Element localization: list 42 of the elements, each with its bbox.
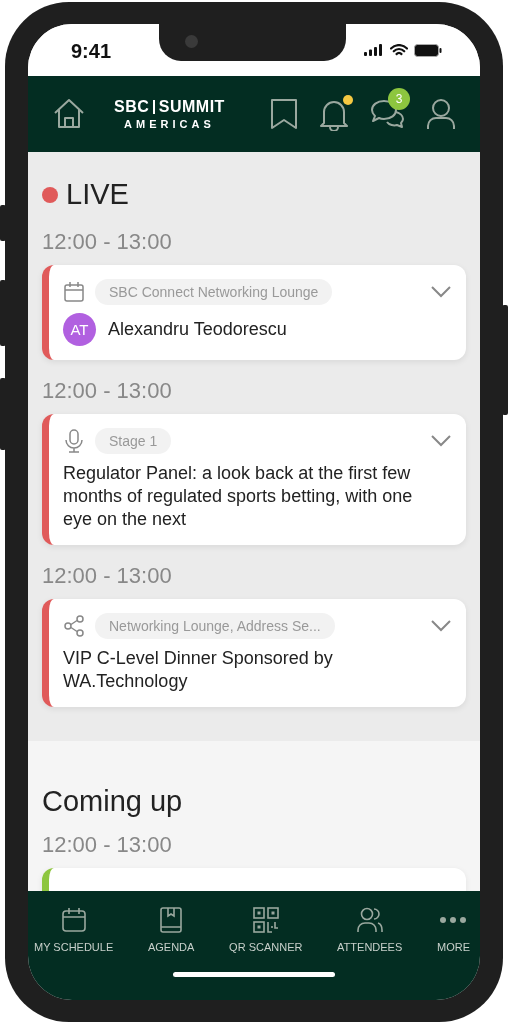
people-icon <box>355 907 384 933</box>
book-icon <box>158 907 185 933</box>
nav-tab[interactable]: MY SCHEDULE <box>34 907 114 953</box>
live-dot <box>42 186 58 203</box>
time-range: 12:00 - 13:00 <box>42 832 173 858</box>
calendar-icon <box>60 907 87 933</box>
status-time: 9:41 <box>71 39 112 63</box>
nav-tab[interactable]: QR SCANNER <box>229 907 303 953</box>
session-title: VIP C-Level Dinner Sponsored by WA.Technology <box>63 647 334 693</box>
time-range: 12:00 - 13:00 <box>42 229 173 255</box>
signal-icon <box>364 44 384 56</box>
session-card[interactable]: Networking Lounge, Address Se... VIP C-Level Dinner Sponsored by WA.Technology <box>42 599 466 707</box>
share-icon <box>63 615 85 637</box>
time-range: 12:00 - 13:00 <box>42 378 173 404</box>
wifi-icon <box>390 43 408 57</box>
location-tag: Networking Lounge, Address Se... <box>95 613 335 639</box>
section-title: Coming up <box>42 785 184 818</box>
bookmark-icon[interactable] <box>270 98 298 130</box>
chevron-down-icon[interactable] <box>430 285 452 299</box>
message-count-badge: 3 <box>388 88 410 110</box>
nav-tab[interactable]: ATTENDEES <box>337 907 403 953</box>
microphone-icon <box>63 429 85 453</box>
session-card[interactable]: Stage 1 Regulator Panel: a look back at the first few months of regulated sports betting, with one eye on the next <box>42 414 466 545</box>
nav-tab[interactable]: MORE <box>436 907 470 953</box>
session-title: Regulator Panel: a look back at the first few months of regulated sports betting, with one eye on the next <box>63 462 414 531</box>
time-range: 12:00 - 13:00 <box>42 563 173 589</box>
section-title: LIVE <box>66 178 129 211</box>
location-tag: SBC Connect Networking Lounge <box>95 279 333 305</box>
more-icon <box>439 917 468 923</box>
home-icon[interactable] <box>52 97 86 131</box>
battery-icon <box>414 43 442 57</box>
logo: SBC SUMMIT AMERICAS <box>114 98 225 130</box>
speaker-name: Alexandru Teodorescu <box>108 318 288 341</box>
chevron-down-icon[interactable] <box>430 434 452 448</box>
nav-tab[interactable]: AGENDA <box>147 907 195 953</box>
location-tag: Stage 1 <box>95 428 172 454</box>
calendar-icon <box>63 281 85 303</box>
user-icon[interactable] <box>426 98 456 130</box>
qr-code-icon <box>252 907 279 933</box>
chevron-down-icon[interactable] <box>430 619 452 633</box>
avatar-initials: AT <box>63 313 96 346</box>
session-card[interactable]: SBC Connect Networking Lounge AT Alexandru Teodorescu <box>42 265 466 360</box>
